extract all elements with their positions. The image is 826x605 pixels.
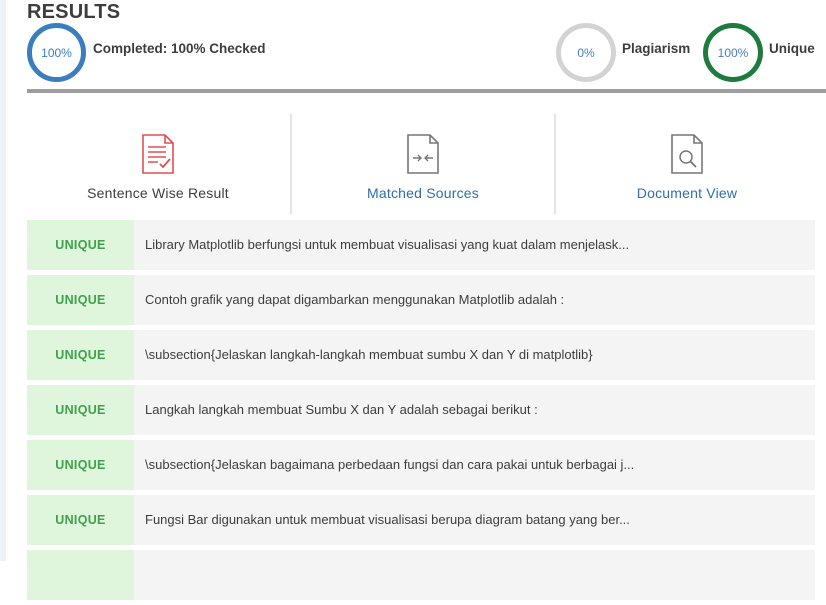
result-row[interactable]: UNIQUE Fungsi Bar digunakan untuk membua… <box>27 495 815 545</box>
left-sidebar-strip <box>0 0 6 561</box>
result-row[interactable]: UNIQUE Contoh grafik yang dapat digambar… <box>27 275 815 325</box>
plagiarism-percent: 0% <box>577 45 595 60</box>
sentence-text: Library Matplotlib berfungsi untuk membu… <box>145 237 630 252</box>
result-view-tabs: Sentence Wise Result Matched Sources Doc… <box>27 114 815 214</box>
result-row[interactable]: UNIQUE \subsection{Jelaskan bagaimana pe… <box>27 440 815 490</box>
result-row[interactable]: UNIQUE \subsection{Jelaskan langkah-lang… <box>27 330 815 380</box>
unique-progress-circle: 100% <box>703 23 763 82</box>
status-badge <box>27 550 134 600</box>
result-row[interactable] <box>27 550 815 600</box>
status-badge: UNIQUE <box>27 440 134 490</box>
tab-document-view-label: Document View <box>636 185 738 201</box>
status-badge: UNIQUE <box>27 220 134 270</box>
status-badge: UNIQUE <box>27 495 134 545</box>
status-badge: UNIQUE <box>27 275 134 325</box>
sentence-text: \subsection{Jelaskan bagaimana perbedaan… <box>145 457 635 472</box>
completed-percent: 100% <box>41 45 72 60</box>
completed-label: Completed: 100% Checked <box>93 41 266 56</box>
tab-sentence-wise-result[interactable]: Sentence Wise Result <box>27 114 289 214</box>
unique-percent: 100% <box>717 45 749 60</box>
completed-progress-circle: 100% <box>27 23 86 82</box>
tab-matched-sources[interactable]: Matched Sources <box>290 114 554 214</box>
unique-label: Unique <box>769 41 815 56</box>
plagiarism-label: Plagiarism <box>622 41 691 56</box>
result-row[interactable]: UNIQUE Langkah langkah membuat Sumbu X d… <box>27 385 815 435</box>
sentence-results-list: UNIQUE Library Matplotlib berfungsi untu… <box>27 220 815 605</box>
tab-matched-sources-label: Matched Sources <box>367 185 479 201</box>
tab-document-view[interactable]: Document View <box>554 114 818 214</box>
document-compare-icon <box>407 134 439 174</box>
page-title: RESULTS <box>27 1 121 23</box>
sentence-text: \subsection{Jelaskan langkah-langkah mem… <box>145 347 593 362</box>
plagiarism-progress-circle: 0% <box>556 23 616 82</box>
sentence-text: Langkah langkah membuat Sumbu X dan Y ad… <box>145 402 538 417</box>
sentence-text <box>145 550 805 600</box>
header-divider <box>27 89 826 93</box>
status-badge: UNIQUE <box>27 385 134 435</box>
document-search-icon <box>671 134 703 174</box>
document-check-icon <box>142 134 174 174</box>
tab-sentence-wise-result-label: Sentence Wise Result <box>87 185 229 201</box>
result-row[interactable]: UNIQUE Library Matplotlib berfungsi untu… <box>27 220 815 270</box>
status-badge: UNIQUE <box>27 330 134 380</box>
sentence-text: Fungsi Bar digunakan untuk membuat visua… <box>145 512 630 527</box>
sentence-text: Contoh grafik yang dapat digambarkan men… <box>145 292 565 307</box>
